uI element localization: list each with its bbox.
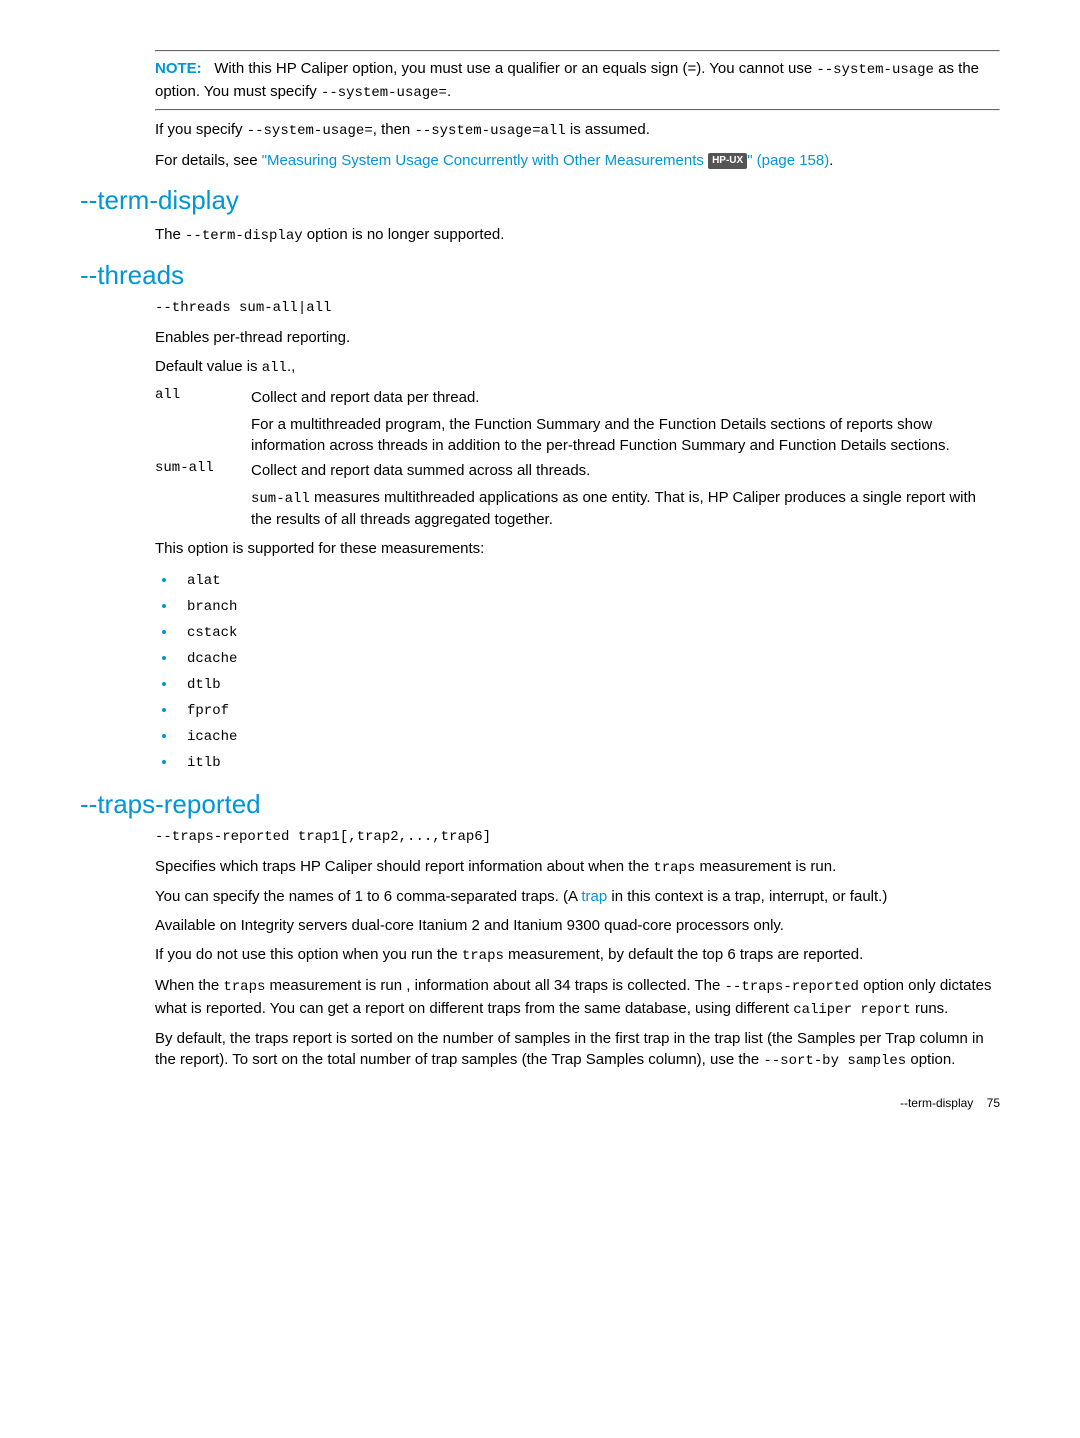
heading-traps-reported: --traps-reported — [80, 789, 1000, 820]
traps-p1: Specifies which traps HP Caliper should … — [155, 856, 1000, 879]
footer-section: --term-display — [900, 1096, 973, 1110]
traps-syntax: --traps-reported trap1[,trap2,...,trap6] — [155, 828, 1000, 848]
dd-sum-all-2: sum-all measures multithreaded applicati… — [251, 487, 1000, 531]
traps-p4-a: If you do not use this option when you r… — [155, 946, 462, 963]
list-item: fprof — [177, 697, 1000, 723]
list-item: dcache — [177, 645, 1000, 671]
traps-p5-code1: traps — [223, 979, 265, 995]
heading-term-display: --term-display — [80, 185, 1000, 216]
note-label: NOTE: — [155, 60, 202, 77]
dt-all: all — [155, 387, 245, 456]
list-item: itlb — [177, 749, 1000, 775]
traps-p5-d: runs. — [911, 1000, 949, 1017]
details-a: For details, see — [155, 152, 262, 169]
note-code1: --system-usage — [816, 62, 934, 78]
list-item: alat — [177, 567, 1000, 593]
heading-threads: --threads — [80, 260, 1000, 291]
threads-default-code: all — [262, 360, 287, 376]
traps-p4-b: measurement, by default the top 6 traps … — [504, 946, 863, 963]
details-link[interactable]: "Measuring System Usage Concurrently wit… — [262, 152, 830, 169]
threads-definitions: all Collect and report data per thread. … — [155, 387, 1000, 531]
dd-all-2: For a multithreaded program, the Functio… — [251, 414, 1000, 456]
dd-sum-all-1: Collect and report data summed across al… — [251, 460, 1000, 481]
dd-sum-all-2-a: measures multithreaded applications as o… — [251, 489, 976, 529]
traps-p5-code3: caliper report — [793, 1002, 911, 1018]
list-item: cstack — [177, 619, 1000, 645]
divider-top — [155, 50, 1000, 52]
spec-code1: --system-usage= — [247, 123, 373, 139]
term-display-code: --term-display — [185, 228, 303, 244]
trap-link[interactable]: trap — [581, 888, 607, 905]
dd-sum-all: Collect and report data summed across al… — [251, 460, 1000, 531]
traps-p1-a: Specifies which traps HP Caliper should … — [155, 858, 653, 875]
dd-all: Collect and report data per thread. For … — [251, 387, 1000, 456]
traps-p4-code: traps — [462, 948, 504, 964]
spec-b: , then — [373, 121, 415, 138]
traps-p2-b: in this context is a trap, interrupt, or… — [607, 888, 887, 905]
term-display-text: The --term-display option is no longer s… — [155, 224, 1000, 247]
traps-p5-a: When the — [155, 977, 223, 994]
traps-p4: If you do not use this option when you r… — [155, 944, 1000, 967]
traps-p1-b: measurement is run. — [695, 858, 836, 875]
threads-syntax: --threads sum-all|all — [155, 299, 1000, 319]
list-item: icache — [177, 723, 1000, 749]
threads-default: Default value is all., — [155, 356, 1000, 379]
threads-default-b: ., — [287, 358, 295, 375]
traps-p6: By default, the traps report is sorted o… — [155, 1028, 1000, 1072]
list-item: branch — [177, 593, 1000, 619]
spec-line: If you specify --system-usage=, then --s… — [155, 119, 1000, 142]
threads-supported-intro: This option is supported for these measu… — [155, 538, 1000, 559]
divider-bottom — [155, 109, 1000, 111]
note-text-c: . — [447, 83, 451, 100]
spec-code2: --system-usage=all — [414, 123, 565, 139]
note-block: NOTE: With this HP Caliper option, you m… — [155, 58, 1000, 103]
threads-enables: Enables per-thread reporting. — [155, 327, 1000, 348]
details-line: For details, see "Measuring System Usage… — [155, 150, 1000, 171]
traps-p6-code: --sort-by samples — [763, 1053, 906, 1069]
traps-p3: Available on Integrity servers dual-core… — [155, 915, 1000, 936]
spec-c: is assumed. — [566, 121, 650, 138]
note-code2: --system-usage= — [321, 85, 447, 101]
traps-p5-code2: --traps-reported — [725, 979, 859, 995]
term-display-a: The — [155, 226, 185, 243]
footer-page: 75 — [987, 1096, 1000, 1110]
traps-p5-b: measurement is run , information about a… — [265, 977, 724, 994]
threads-default-a: Default value is — [155, 358, 262, 375]
dd-sum-all-2-code: sum-all — [251, 491, 310, 507]
dt-sum-all: sum-all — [155, 460, 245, 531]
list-item: dtlb — [177, 671, 1000, 697]
term-display-b: option is no longer supported. — [303, 226, 505, 243]
page-footer: --term-display 75 — [80, 1096, 1000, 1110]
traps-p2: You can specify the names of 1 to 6 comm… — [155, 886, 1000, 907]
note-text-a: With this HP Caliper option, you must us… — [214, 60, 816, 77]
spec-a: If you specify — [155, 121, 247, 138]
dd-all-1: Collect and report data per thread. — [251, 387, 1000, 408]
traps-p5: When the traps measurement is run , info… — [155, 975, 1000, 1020]
threads-measurements-list: alatbranchcstackdcachedtlbfproficacheitl… — [155, 567, 1000, 775]
traps-p6-b: option. — [906, 1051, 955, 1068]
hpux-badge-icon: HP-UX — [708, 153, 747, 169]
traps-p2-a: You can specify the names of 1 to 6 comm… — [155, 888, 581, 905]
details-c: . — [829, 152, 833, 169]
traps-p1-code: traps — [653, 860, 695, 876]
